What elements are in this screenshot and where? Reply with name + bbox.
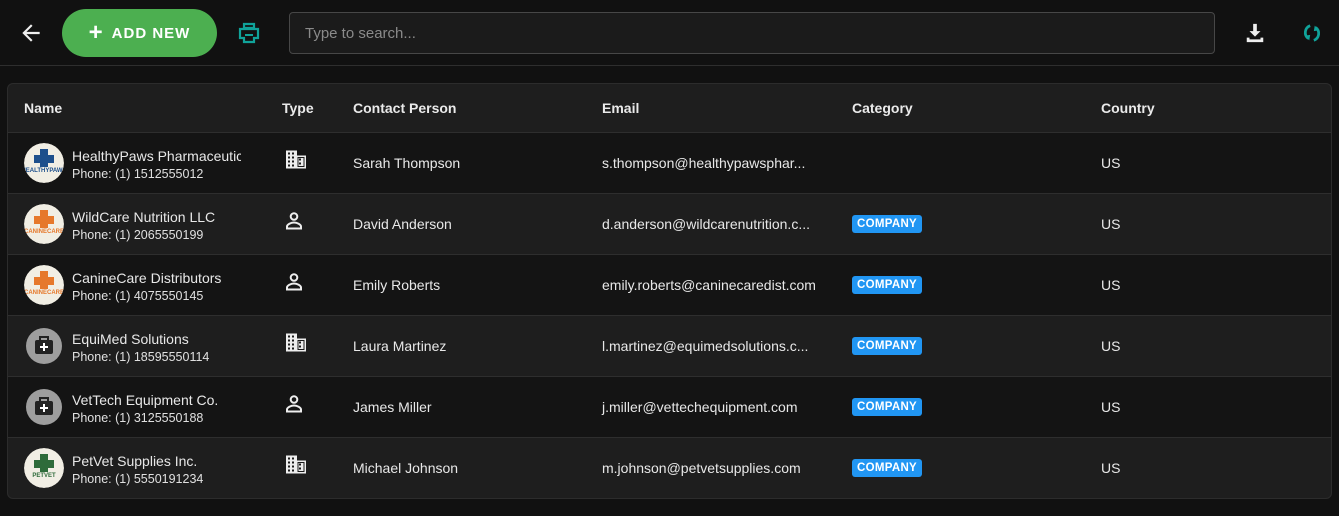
contact-person: James Miller [353,399,432,415]
category-badge: COMPANY [852,276,923,294]
table-row[interactable]: CANINECARE CanineCare Distributors Phone: … [8,254,1331,315]
company-logo: HEALTHYPAWS [24,143,64,183]
company-logo: CANINECARE [24,204,64,244]
search-input[interactable] [289,12,1215,54]
header-country[interactable]: Country [1101,100,1155,116]
sync-icon[interactable] [1300,22,1324,44]
country: US [1101,277,1121,293]
vendors-table: Name Type Contact Person Email Category … [7,83,1332,499]
table-row[interactable]: CANINECARE WildCare Nutrition LLC Phone: (… [8,193,1331,254]
company-name[interactable]: EquiMed Solutions [72,331,241,347]
print-icon[interactable] [236,21,262,45]
building-icon [285,333,307,356]
table-row[interactable]: EquiMed Solutions Phone: (1) 18595550114 L… [8,315,1331,376]
category-badge: COMPANY [852,337,923,355]
email: l.martinez@equimedsolutions.c... [602,338,809,354]
email: emily.roberts@caninecaredist.com [602,277,816,293]
plus-icon: + [88,19,104,46]
header-contact[interactable]: Contact Person [353,100,456,116]
company-name[interactable]: PetVet Supplies Inc. [72,453,241,469]
header-category[interactable]: Category [852,100,913,116]
svg-text:HEALTHYPAWS: HEALTHYPAWS [24,168,64,174]
email: m.johnson@petvetsupplies.com [602,460,801,476]
building-icon [285,150,307,173]
download-icon[interactable] [1243,22,1267,44]
company-logo: CANINECARE [24,265,64,305]
table-row[interactable]: VetTech Equipment Co. Phone: (1) 31255501… [8,376,1331,437]
person-icon [285,395,303,416]
svg-text:CANINECARE: CANINECARE [24,229,64,235]
company-name[interactable]: HealthyPaws Pharmaceuticals [72,148,241,164]
contact-person: David Anderson [353,216,452,232]
company-phone: Phone: (1) 3125550188 [72,411,204,425]
building-icon [285,455,307,478]
company-logo [24,326,64,366]
category-badge: COMPANY [852,459,923,477]
company-logo [24,387,64,427]
country: US [1101,155,1121,171]
company-phone: Phone: (1) 18595550114 [72,350,210,364]
company-phone: Phone: (1) 1512555012 [72,167,204,181]
table-header: Name Type Contact Person Email Category … [8,84,1331,132]
header-type[interactable]: Type [282,100,314,116]
contact-person: Sarah Thompson [353,155,461,171]
svg-text:PETVET: PETVET [32,473,56,479]
category-badge: COMPANY [852,215,923,233]
svg-text:CANINECARE: CANINECARE [24,290,64,296]
contact-person: Emily Roberts [353,277,441,293]
category-badge: COMPANY [852,398,923,416]
country: US [1101,216,1121,232]
table-row[interactable]: HEALTHYPAWS HealthyPaws Pharmaceuticals Ph… [8,132,1331,193]
company-phone: Phone: (1) 4075550145 [72,289,204,303]
email: j.miller@vettechequipment.com [602,399,798,415]
toolbar: + ADD NEW [0,0,1339,66]
header-name[interactable]: Name [24,100,62,116]
company-logo: PETVET [24,448,64,488]
country: US [1101,338,1121,354]
table-row[interactable]: PETVET PetVet Supplies Inc. Phone: (1) 555… [8,437,1331,498]
contact-person: Laura Martinez [353,338,447,354]
email: s.thompson@healthypawsphar... [602,155,806,171]
company-phone: Phone: (1) 2065550199 [72,228,204,242]
country: US [1101,460,1121,476]
company-name[interactable]: CanineCare Distributors [72,270,241,286]
email: d.anderson@wildcarenutrition.c... [602,216,810,232]
add-new-button[interactable]: + ADD NEW [62,9,217,57]
company-name[interactable]: WildCare Nutrition LLC [72,209,241,225]
country: US [1101,399,1121,415]
person-icon [285,273,303,294]
back-arrow-icon[interactable] [18,20,44,46]
person-icon [285,212,303,233]
header-email[interactable]: Email [602,100,639,116]
contact-person: Michael Johnson [353,460,459,476]
company-phone: Phone: (1) 5550191234 [72,472,204,486]
add-new-label: ADD NEW [111,24,191,42]
company-name[interactable]: VetTech Equipment Co. [72,392,241,408]
